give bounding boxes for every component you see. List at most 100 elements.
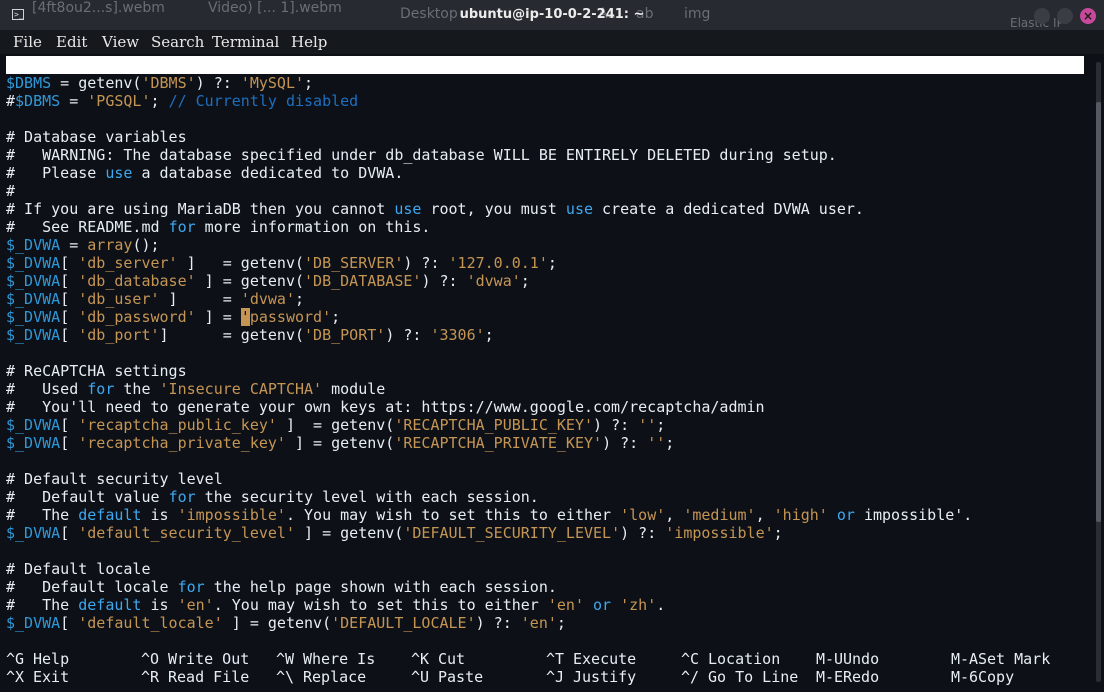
code-token: ; xyxy=(547,254,557,272)
code-token: = xyxy=(60,236,88,254)
code-token: a database dedicated to DVWA. xyxy=(132,164,404,182)
code-token: ; xyxy=(773,524,783,542)
code-token: [ xyxy=(60,614,79,632)
close-button[interactable]: × xyxy=(1080,8,1096,24)
shortcut-key: ^C xyxy=(681,650,700,668)
shortcut-key: M-U xyxy=(816,650,844,668)
code-token: module xyxy=(322,380,386,398)
code-token: '127.0.0.1' xyxy=(448,254,548,272)
code-line: # Default locale xyxy=(6,560,151,578)
code-token: ; xyxy=(304,74,314,92)
code-token: for xyxy=(177,578,205,596)
code-token: , xyxy=(755,506,774,524)
scrollbar[interactable] xyxy=(1096,62,1101,682)
shortcut-key: ^K xyxy=(411,650,430,668)
window-title: ubuntu@ip-10-0-2-241: ~ xyxy=(459,7,645,22)
code-token: ) ?: xyxy=(385,326,431,344)
code-line: # Default locale for the help page shown… xyxy=(6,578,557,596)
menu-edit[interactable]: Edit xyxy=(56,33,87,51)
code-token: # Default locale xyxy=(6,560,151,578)
code-token: # xyxy=(6,182,16,200)
menu-view[interactable]: View xyxy=(102,33,139,51)
code-token: . You may wish to set this to either xyxy=(285,506,621,524)
code-token: $_DVWA xyxy=(6,614,61,632)
code-line: # Used for the 'Insecure CAPTCHA' module xyxy=(6,380,385,398)
menu-terminal[interactable]: Terminal xyxy=(212,33,279,51)
code-line: # Default security level xyxy=(6,470,223,488)
code-token: 'DB_SERVER' xyxy=(304,254,404,272)
menu-file[interactable]: File xyxy=(13,33,42,51)
code-line: $_DVWA[ 'db_database' ] = getenv('DB_DAT… xyxy=(6,272,530,290)
code-token: 'PGSQL' xyxy=(87,92,151,110)
code-line: $_DVWA[ 'db_server' ] = getenv('DB_SERVE… xyxy=(6,254,557,272)
code-token: ] = getenv( xyxy=(285,434,395,452)
code-token: # xyxy=(6,92,16,110)
code-token: use xyxy=(105,164,133,182)
code-token: # The xyxy=(6,506,79,524)
code-token: ) ?: xyxy=(475,614,521,632)
shortcut-write-out: ^O Write Out xyxy=(141,650,249,668)
code-line: # See README.md for more information on … xyxy=(6,218,430,236)
code-token: = getenv( xyxy=(51,74,142,92)
code-token: , xyxy=(665,506,684,524)
shortcut-paste: ^U Paste xyxy=(411,668,483,686)
code-token: # Used xyxy=(6,380,88,398)
code-token: ] = xyxy=(195,308,241,326)
shortcut-cut: ^K Cut xyxy=(411,650,465,668)
code-token: 'low' xyxy=(620,506,666,524)
code-token: ] = getenv( xyxy=(276,416,395,434)
code-token: 'db_server' xyxy=(78,254,178,272)
code-token: 'recaptcha_public_key' xyxy=(78,416,277,434)
shortcut-key: M-E xyxy=(816,668,844,686)
code-token: $_DVWA xyxy=(6,308,61,326)
code-line: # Please use a database dedicated to DVW… xyxy=(6,164,403,182)
shortcut-key: ^X xyxy=(6,668,25,686)
code-token: ] = xyxy=(159,290,241,308)
code-line: # Database variables xyxy=(6,128,187,146)
maximize-button[interactable] xyxy=(1057,8,1073,24)
code-token: root, you must xyxy=(421,200,566,218)
code-token: # You'll need to generate your own keys … xyxy=(6,398,765,416)
menu-bar: File Edit View Search Terminal Help xyxy=(0,30,1104,54)
minimize-button[interactable] xyxy=(1034,8,1050,24)
code-token: (); xyxy=(132,236,160,254)
shortcut-redo: M-E Redo xyxy=(816,668,879,686)
code-token: # Default locale xyxy=(6,578,178,596)
menu-search[interactable]: Search xyxy=(151,33,204,51)
terminal-area[interactable]: GNU nano 6.2 /var/www/html/dvwa/config/c… xyxy=(0,54,1104,692)
shortcut-label: Justify xyxy=(573,668,637,686)
code-token: $_DVWA xyxy=(6,524,61,542)
shortcut-where-is: ^W Where Is xyxy=(276,650,375,668)
code-token: ) ?: xyxy=(421,272,467,290)
code-token: # See README.md xyxy=(6,218,169,236)
shortcut-go-to-line: ^/ Go To Line xyxy=(681,668,798,686)
code-token: 'default_locale' xyxy=(78,614,223,632)
shortcut-label: Location xyxy=(708,650,781,668)
shortcut-label: Copy xyxy=(978,668,1015,686)
code-token: ] = getenv( xyxy=(295,524,404,542)
code-token: . You may wish to set this to either xyxy=(213,596,548,614)
code-token: ] = getenv( xyxy=(195,272,305,290)
nano-header: GNU nano 6.2 /var/www/html/dvwa/config/c… xyxy=(6,56,1084,110)
scrollbar-thumb[interactable] xyxy=(1096,102,1101,522)
code-token: // Currently disabled xyxy=(168,92,359,110)
code-token: = xyxy=(60,92,88,110)
code-line: $_DVWA[ 'db_port'] = getenv('DB_PORT') ?… xyxy=(6,326,494,344)
code-token: array xyxy=(87,236,133,254)
menu-help[interactable]: Help xyxy=(291,33,327,51)
code-line: $_DVWA[ 'default_locale' ] = getenv('DEF… xyxy=(6,614,566,632)
code-token: 'en' xyxy=(177,596,214,614)
shortcut-label: Replace xyxy=(303,668,367,686)
code-line: # Default value for the security level w… xyxy=(6,488,539,506)
code-token: the xyxy=(114,380,160,398)
shortcut-copy: M-6 Copy xyxy=(951,668,1014,686)
code-token: [ xyxy=(60,434,79,452)
shortcut-key: ^G xyxy=(6,650,25,668)
shortcut-label: Paste xyxy=(438,668,484,686)
shortcut-label: Redo xyxy=(843,668,880,686)
shortcut-key: ^J xyxy=(546,668,565,686)
shortcut-key: ^\ xyxy=(276,668,295,686)
code-token: $_DVWA xyxy=(6,326,61,344)
